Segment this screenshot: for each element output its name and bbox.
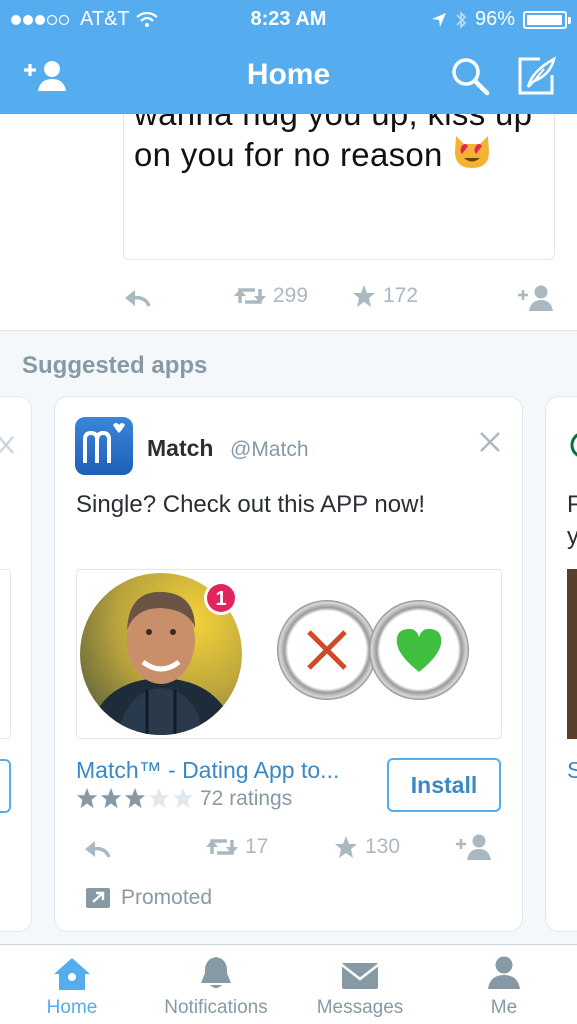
person-icon <box>488 956 520 989</box>
left-peek-card[interactable] <box>0 396 32 932</box>
favorite-count: 172 <box>383 284 419 307</box>
app-icon[interactable] <box>75 417 133 475</box>
tab-me[interactable]: Me <box>432 945 576 1024</box>
star-icon <box>76 787 98 809</box>
nav-bar: Home <box>0 40 577 114</box>
right-peek-card[interactable]: F y S <box>545 396 577 932</box>
location-arrow-icon <box>431 12 446 27</box>
match-logo-icon <box>83 423 125 463</box>
page-title: Home <box>246 58 331 91</box>
retweet-icon <box>206 839 238 855</box>
battery-level <box>527 14 562 25</box>
retweet-action[interactable]: 299 <box>233 284 308 308</box>
star-icon <box>100 787 122 809</box>
compose-icon[interactable] <box>516 55 558 97</box>
favorite-action[interactable]: 130 <box>333 835 400 859</box>
bluetooth-icon <box>456 10 467 29</box>
right-peek-title[interactable]: S <box>567 757 577 784</box>
right-peek-text-line: F <box>567 489 577 521</box>
right-peek-image <box>567 569 577 739</box>
quoted-media-card[interactable]: wanna hug you up, kiss up on you for no … <box>123 114 555 260</box>
tab-label: Me <box>490 997 518 1018</box>
tab-label: Messages <box>316 997 404 1018</box>
install-button[interactable]: Install <box>387 758 501 812</box>
envelope-icon <box>341 963 379 989</box>
promoted-icon <box>86 888 110 908</box>
retweet-icon <box>234 288 266 304</box>
tab-label: Home <box>46 997 98 1018</box>
ratings-count: 72 ratings <box>200 787 293 810</box>
favorite-count: 130 <box>365 835 401 858</box>
status-bar: AT&T 8:23 AM 96% <box>0 0 577 40</box>
media-card-text: wanna hug you up, kiss up on you for no … <box>134 114 554 175</box>
close-icon[interactable] <box>479 431 501 453</box>
ad-illustration: 1 <box>80 573 469 735</box>
app-name[interactable]: Match <box>147 435 213 462</box>
promoted-label: Promoted <box>85 886 212 910</box>
favorite-action[interactable]: 172 <box>351 284 418 308</box>
star-rating <box>76 787 194 809</box>
battery-percent: 96% <box>474 8 515 30</box>
follow-icon[interactable] <box>455 833 493 861</box>
home-icon <box>54 958 90 990</box>
tab-notifications[interactable]: Notifications <box>144 945 288 1024</box>
promoted-app-card[interactable]: Match @Match Single? Check out this APP … <box>54 396 523 932</box>
app-handle[interactable]: @Match <box>230 438 309 462</box>
bell-icon <box>201 957 231 988</box>
tab-bar: Home Notifications Messages Me <box>0 944 577 1024</box>
right-peek-text: F y <box>567 489 577 553</box>
app-logo-icon <box>570 433 577 457</box>
card-actions: 17 130 <box>83 831 503 865</box>
retweet-action[interactable]: 17 <box>205 835 268 859</box>
tab-label: Notifications <box>164 997 268 1018</box>
section-title: Suggested apps <box>22 352 208 379</box>
star-icon <box>335 836 357 858</box>
heart-eyes-cat-emoji-icon <box>455 136 490 168</box>
tab-messages[interactable]: Messages <box>288 945 432 1024</box>
left-peek-image <box>0 569 11 739</box>
close-icon[interactable] <box>0 435 15 457</box>
dislike-button-graphic <box>277 600 377 700</box>
star-icon <box>148 787 170 809</box>
promo-text: Single? Check out this APP now! <box>76 491 426 518</box>
retweet-count: 299 <box>273 284 309 307</box>
reply-icon[interactable] <box>83 839 111 859</box>
timeline[interactable]: wanna hug you up, kiss up on you for no … <box>0 114 577 944</box>
tweet-actions: 299 172 <box>123 282 555 316</box>
star-icon <box>172 787 194 809</box>
svg-text:1: 1 <box>215 588 226 610</box>
tab-home[interactable]: Home <box>0 945 144 1024</box>
app-store-title[interactable]: Match™ - Dating App to... <box>76 757 376 784</box>
ad-image[interactable]: 1 <box>76 569 502 739</box>
retweet-count: 17 <box>245 835 269 858</box>
star-icon <box>124 787 146 809</box>
right-peek-text-line: y <box>567 521 577 553</box>
promoted-text: Promoted <box>121 886 213 909</box>
left-peek-install-button[interactable] <box>0 759 11 813</box>
star-icon <box>353 285 375 307</box>
battery-icon <box>523 10 571 29</box>
notification-badge: 1 <box>204 581 238 615</box>
search-icon[interactable] <box>450 56 490 96</box>
like-button-graphic <box>369 600 469 700</box>
reply-icon[interactable] <box>123 288 151 308</box>
follow-icon[interactable] <box>517 284 555 312</box>
